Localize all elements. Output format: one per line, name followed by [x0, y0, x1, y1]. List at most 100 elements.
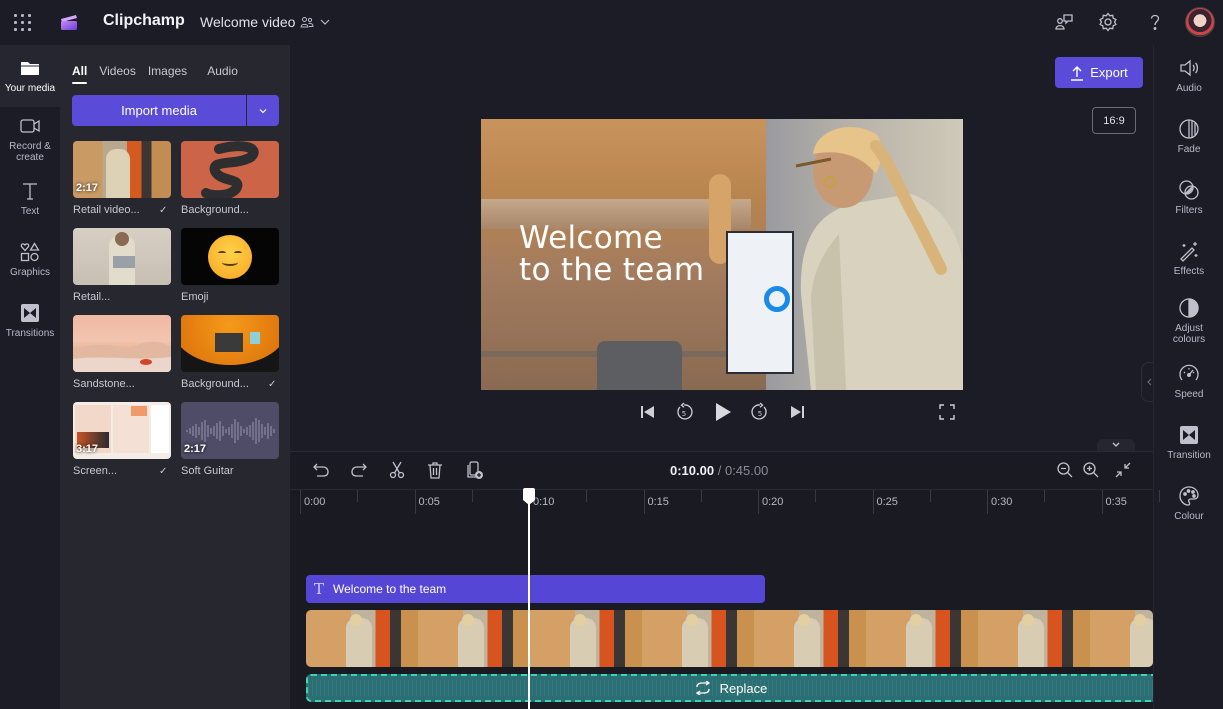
svg-text:5: 5 — [682, 410, 686, 418]
property-label: Speed — [1174, 389, 1204, 400]
export-button[interactable]: Export — [1055, 57, 1143, 88]
media-thumbnail[interactable] — [181, 228, 279, 285]
tab-all[interactable]: All — [72, 64, 88, 84]
media-label: Background... — [181, 378, 249, 390]
avatar[interactable] — [1185, 7, 1215, 37]
sidebar-item-graphics[interactable]: Graphics — [0, 241, 60, 278]
zoom-in-icon[interactable] — [1082, 461, 1100, 479]
audio-clip-placeholder[interactable]: Replace — [306, 674, 1153, 702]
svg-text:5: 5 — [758, 410, 762, 418]
forward-5-icon[interactable]: 5 — [750, 402, 770, 422]
redo-icon[interactable] — [350, 461, 368, 479]
undo-icon[interactable] — [312, 461, 330, 479]
property-colour[interactable]: Colour — [1154, 485, 1223, 522]
media-thumbnail[interactable] — [73, 228, 171, 285]
feedback-icon[interactable] — [1054, 12, 1074, 32]
delete-icon[interactable] — [426, 461, 444, 479]
media-thumbnail[interactable] — [181, 315, 279, 372]
replace-label[interactable]: Replace — [720, 681, 768, 696]
check-icon: ✓ — [268, 379, 277, 390]
tab-audio[interactable]: Audio — [207, 64, 238, 78]
skip-forward-icon[interactable] — [787, 402, 807, 422]
fullscreen-icon[interactable] — [937, 402, 957, 422]
clip-frame — [418, 610, 530, 667]
video-clip[interactable] — [306, 610, 1153, 667]
settings-icon[interactable] — [1098, 12, 1118, 32]
property-speed[interactable]: Speed — [1154, 363, 1223, 400]
play-icon[interactable] — [712, 400, 734, 424]
import-options-dropdown[interactable] — [247, 95, 279, 126]
abstract-shape-image — [201, 141, 259, 198]
skip-back-icon[interactable] — [638, 402, 658, 422]
tab-images[interactable]: Images — [148, 64, 187, 78]
property-filters[interactable]: Filters — [1154, 179, 1223, 216]
media-label: Sandstone... — [73, 378, 135, 390]
import-media-button[interactable]: Import media — [72, 95, 246, 126]
sidebar-item-text[interactable]: Text — [0, 180, 60, 217]
help-icon[interactable] — [1145, 12, 1165, 32]
magic-wand-icon — [1180, 242, 1198, 262]
sidebar-item-label: Transitions — [5, 328, 55, 339]
media-label: Retail video... — [73, 204, 140, 216]
aspect-ratio-button[interactable]: 16:9 — [1092, 107, 1136, 134]
media-thumbnail[interactable] — [73, 315, 171, 372]
apps-grid-icon[interactable] — [14, 14, 32, 32]
media-thumbnail[interactable]: 3:17 — [73, 402, 171, 459]
property-effects[interactable]: Effects — [1154, 240, 1223, 277]
clip-frame — [978, 610, 1090, 667]
text-clip-label: Welcome to the team — [333, 582, 447, 596]
transition-icon — [21, 304, 39, 322]
property-label: Effects — [1173, 266, 1205, 277]
current-time: 0:10.00 — [670, 463, 715, 478]
total-time: 0:45.00 — [724, 463, 769, 478]
playhead-handle[interactable] — [523, 488, 535, 505]
video-preview[interactable]: Welcome to the team — [481, 119, 963, 390]
ruler-label: 0:25 — [876, 496, 898, 508]
property-transition[interactable]: Transition — [1154, 424, 1223, 461]
rewind-5-icon[interactable]: 5 — [674, 402, 694, 422]
collapse-preview-button[interactable] — [1097, 439, 1135, 451]
media-label: Soft Guitar — [181, 465, 234, 477]
text-icon: T — [314, 580, 325, 598]
property-audio[interactable]: Audio — [1154, 57, 1223, 94]
sidebar-item-record-create[interactable]: Record & create — [0, 115, 60, 163]
fit-to-screen-icon[interactable] — [1114, 461, 1132, 479]
ruler-label: 0:05 — [418, 496, 440, 508]
filters-icon — [1179, 180, 1199, 200]
media-thumbnail[interactable]: 2:17 — [73, 141, 171, 198]
tab-videos[interactable]: Videos — [99, 64, 135, 78]
left-rail: Your media Record & create Text Graphics… — [0, 45, 60, 709]
sidebar-item-your-media[interactable]: Your media — [0, 45, 60, 107]
ruler-minor-tick — [1044, 490, 1046, 502]
timeline-toolbar: 0:10.00 / 0:45.00 — [290, 452, 1153, 490]
property-adjust-colours[interactable]: Adjust colours — [1154, 297, 1223, 345]
clip-frame — [306, 610, 418, 667]
sidebar-item-transitions[interactable]: Transitions — [0, 302, 60, 339]
media-thumbnail[interactable]: 2:17 — [181, 402, 279, 459]
property-fade[interactable]: Fade — [1154, 118, 1223, 155]
media-panel: All Videos Images Audio Import media 2:1… — [60, 45, 290, 709]
project-name-dropdown[interactable]: Welcome video — [200, 14, 331, 30]
check-icon: ✓ — [159, 466, 168, 477]
property-label: Audio — [1176, 83, 1202, 94]
person-image — [795, 126, 963, 390]
ruler-label: 0:30 — [991, 496, 1013, 508]
add-media-icon[interactable] — [466, 461, 484, 479]
ruler-tick — [643, 490, 645, 514]
ruler-minor-tick — [929, 490, 931, 502]
ruler-minor-tick — [815, 490, 817, 502]
ruler-minor-tick — [700, 490, 702, 502]
media-thumbnail[interactable] — [181, 141, 279, 198]
printer — [597, 341, 682, 390]
text-clip[interactable]: T Welcome to the team — [306, 575, 765, 603]
split-icon[interactable] — [388, 461, 406, 479]
media-label: Screen... — [73, 465, 118, 477]
timeline-ruler[interactable]: 0:00 0:05 0:10 0:15 0:20 0:25 0:30 0:35 — [290, 490, 1160, 526]
zoom-out-icon[interactable] — [1056, 461, 1074, 479]
sidebar-item-label: Text — [20, 206, 40, 217]
media-tabs: All Videos Images Audio — [72, 64, 250, 84]
playhead[interactable] — [528, 495, 530, 709]
chevron-down-icon — [259, 108, 267, 113]
app-name: Clipchamp — [103, 12, 185, 29]
time-readout: 0:10.00 / 0:45.00 — [670, 463, 768, 478]
